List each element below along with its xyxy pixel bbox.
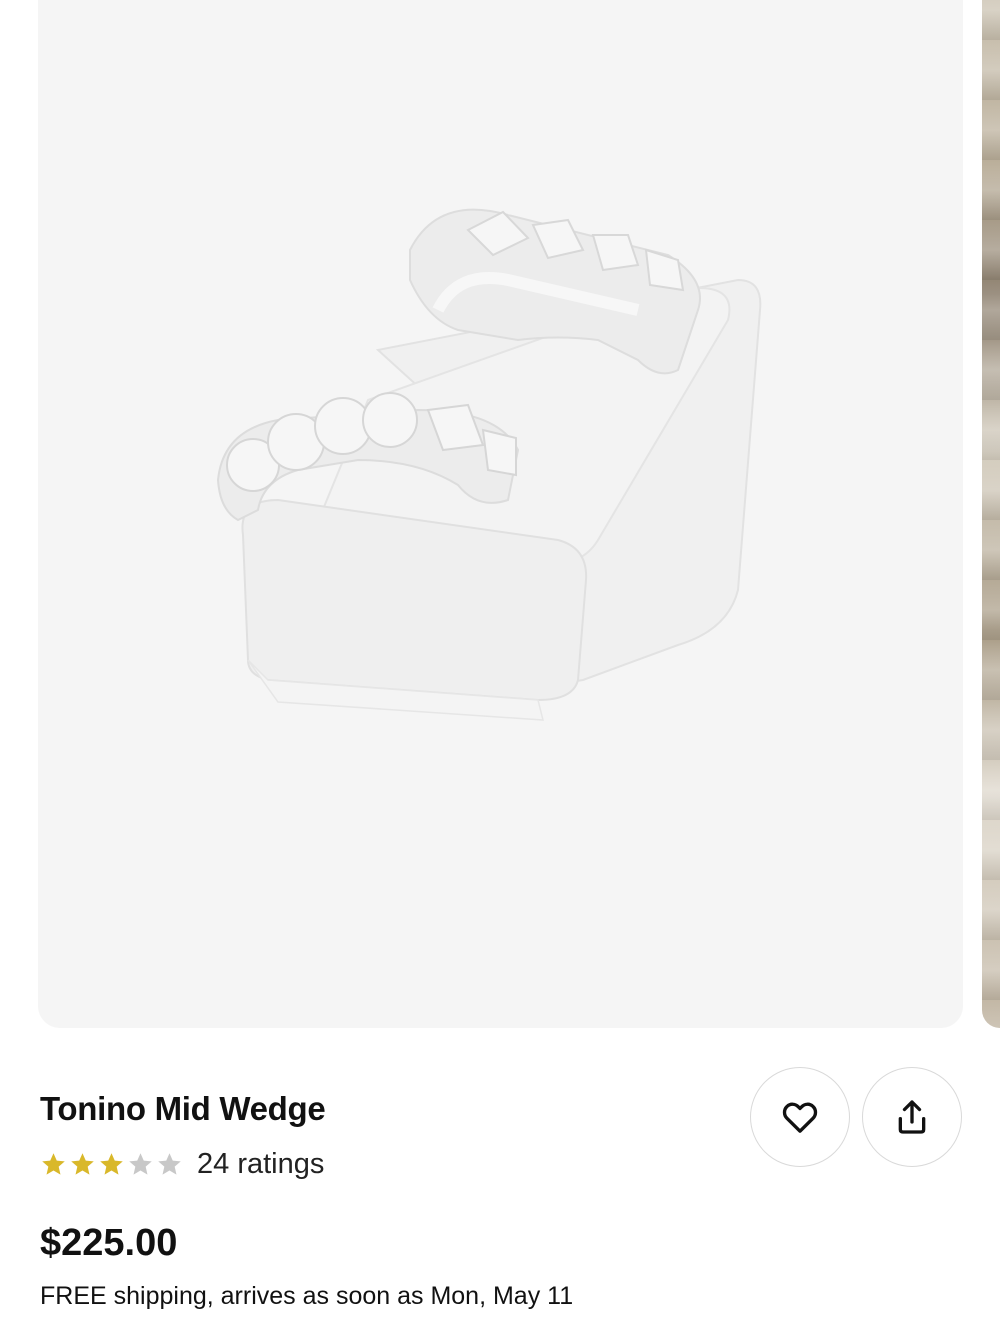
ratings-count: 24 ratings — [197, 1148, 325, 1180]
favorite-button[interactable] — [750, 1067, 850, 1167]
heart-icon — [782, 1102, 818, 1133]
star-empty-icon — [158, 1153, 181, 1175]
product-price: $225.00 — [40, 1222, 178, 1264]
next-product-image[interactable] — [982, 0, 1000, 1028]
shipping-info: FREE shipping, arrives as soon as Mon, M… — [40, 1282, 574, 1310]
product-image-gallery[interactable] — [0, 0, 1000, 1030]
rating-summary[interactable]: 24 ratings — [40, 1148, 324, 1181]
share-button[interactable] — [862, 1067, 962, 1167]
star-rating — [40, 1151, 183, 1178]
wedge-sandal-illustration — [216, 208, 762, 721]
share-icon — [898, 1100, 926, 1134]
star-filled-icon — [42, 1153, 65, 1175]
star-filled-icon — [71, 1153, 94, 1175]
star-filled-icon — [100, 1153, 123, 1175]
product-image[interactable] — [38, 0, 963, 1028]
product-title: Tonino Mid Wedge — [40, 1090, 326, 1127]
star-empty-icon — [129, 1153, 152, 1175]
